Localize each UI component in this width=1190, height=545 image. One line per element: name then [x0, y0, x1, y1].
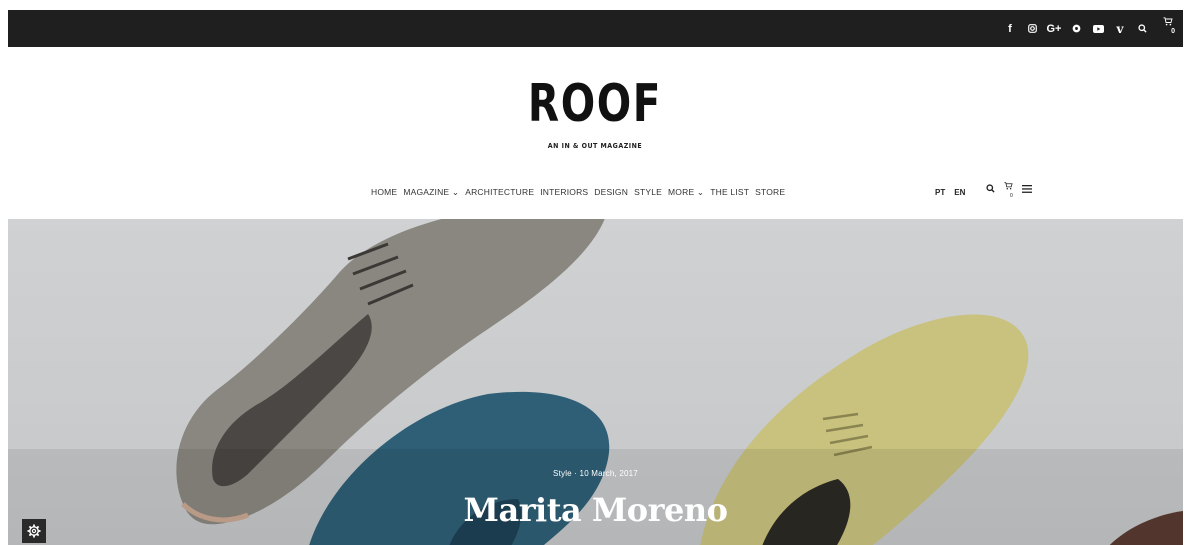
settings-button[interactable] — [22, 519, 46, 543]
search-icon[interactable] — [1131, 10, 1153, 47]
cart-icon[interactable]: 0 — [1153, 10, 1183, 47]
facebook-icon[interactable]: f — [999, 10, 1021, 47]
nav-item-style[interactable]: STYLE — [634, 187, 662, 198]
cart-count-badge: 0 — [1171, 28, 1175, 35]
site-logo[interactable]: ROOF AN IN & OUT MAGAZINE — [0, 76, 1190, 150]
logo-tagline: AN IN & OUT MAGAZINE — [547, 142, 643, 150]
hero-banner[interactable]: Style · 10 March, 2017 Marita Moreno — [8, 219, 1183, 545]
language-switcher: PT EN — [935, 188, 965, 197]
vimeo-icon[interactable]: v — [1109, 10, 1131, 47]
nav-item-interiors[interactable]: INTERIORS — [540, 187, 588, 198]
instagram-icon[interactable] — [1021, 10, 1043, 47]
nav-item-architecture[interactable]: ARCHITECTURE — [465, 187, 534, 198]
nav-item-more[interactable]: MORE ⌄ — [668, 187, 704, 198]
menu-icon[interactable] — [1022, 184, 1032, 193]
main-nav: HOME MAGAZINE ⌄ ARCHITECTURE INTERIORS D… — [0, 181, 1190, 201]
article-meta: Style · 10 March, 2017 — [553, 469, 638, 478]
article-title[interactable]: Marita Moreno — [8, 491, 1183, 529]
logo-wordmark: ROOF — [527, 74, 663, 134]
cart-icon[interactable]: 0 — [1004, 181, 1013, 199]
search-icon[interactable] — [986, 184, 995, 193]
lang-en-link[interactable]: EN — [954, 188, 965, 197]
pinterest-icon[interactable] — [1065, 10, 1087, 47]
gear-icon — [27, 524, 41, 538]
nav-item-the-list[interactable]: THE LIST — [710, 187, 749, 198]
nav-item-home[interactable]: HOME — [371, 187, 397, 198]
nav-item-design[interactable]: DESIGN — [594, 187, 628, 198]
social-links: f G+ v 0 — [999, 10, 1183, 47]
nav-icons: 0 — [986, 181, 1032, 199]
nav-item-store[interactable]: STORE — [755, 187, 785, 198]
google-plus-icon[interactable]: G+ — [1043, 10, 1065, 47]
top-bar: f G+ v 0 — [8, 10, 1183, 47]
youtube-icon[interactable] — [1087, 10, 1109, 47]
cart-count-badge: 0 — [1010, 192, 1013, 199]
lang-pt-link[interactable]: PT — [935, 188, 945, 197]
nav-menu: HOME MAGAZINE ⌄ ARCHITECTURE INTERIORS D… — [371, 187, 785, 198]
nav-item-magazine[interactable]: MAGAZINE ⌄ — [403, 187, 459, 198]
